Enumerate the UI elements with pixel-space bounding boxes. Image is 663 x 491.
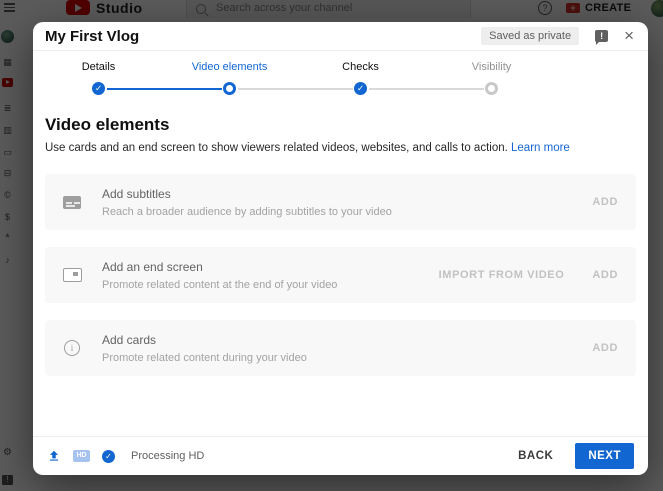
hd-badge: HD [73,450,90,462]
step-checks[interactable]: Checks [295,61,426,95]
add-end-screen-button[interactable]: ADD [592,269,618,281]
add-end-screen-row: Add an end screen Promote related conten… [45,247,636,303]
info-circle-icon [64,340,80,356]
row-description: Promote related content at the end of yo… [102,279,439,291]
saved-status-badge: Saved as private [481,27,579,45]
step-current-icon [223,82,236,95]
video-element-rows: Add subtitles Reach a broader audience b… [45,174,636,376]
step-check-icon [92,82,105,95]
row-title: Add an end screen [102,260,439,274]
processing-status: Processing HD [131,450,204,462]
youtube-studio-screen: Studio Search across your channel CREATE… [0,0,663,491]
add-cards-row: Add cards Promote related content during… [45,320,636,376]
upload-dialog: My First Vlog Saved as private Details V… [33,22,648,475]
feedback-icon[interactable] [595,30,608,42]
upload-stepper: Details Video elements Checks Visibility [33,61,557,95]
dialog-header: My First Vlog Saved as private [33,22,648,51]
end-screen-icon [63,268,82,282]
add-cards-button[interactable]: ADD [592,342,618,354]
step-video-elements[interactable]: Video elements [164,61,295,95]
import-from-video-button[interactable]: IMPORT FROM VIDEO [439,269,565,281]
check-circle-icon [102,450,115,463]
subtitles-icon [63,196,81,209]
step-details[interactable]: Details [33,61,164,95]
step-check-icon [354,82,367,95]
step-todo-icon [485,82,498,95]
dialog-footer: HD Processing HD BACK NEXT [33,436,648,475]
row-title: Add subtitles [102,187,592,201]
row-title: Add cards [102,333,592,347]
page-description: Use cards and an end screen to show view… [45,142,636,154]
page-title: Video elements [45,115,636,135]
video-title: My First Vlog [45,28,139,45]
next-button[interactable]: NEXT [575,443,634,469]
add-subtitles-button[interactable]: ADD [592,196,618,208]
back-button[interactable]: BACK [518,450,553,462]
row-description: Promote related content during your vide… [102,352,592,364]
step-visibility[interactable]: Visibility [426,61,557,95]
close-icon[interactable] [624,28,634,44]
row-description: Reach a broader audience by adding subti… [102,206,592,218]
add-subtitles-row: Add subtitles Reach a broader audience b… [45,174,636,230]
learn-more-link[interactable]: Learn more [511,142,570,154]
upload-icon [47,449,61,463]
